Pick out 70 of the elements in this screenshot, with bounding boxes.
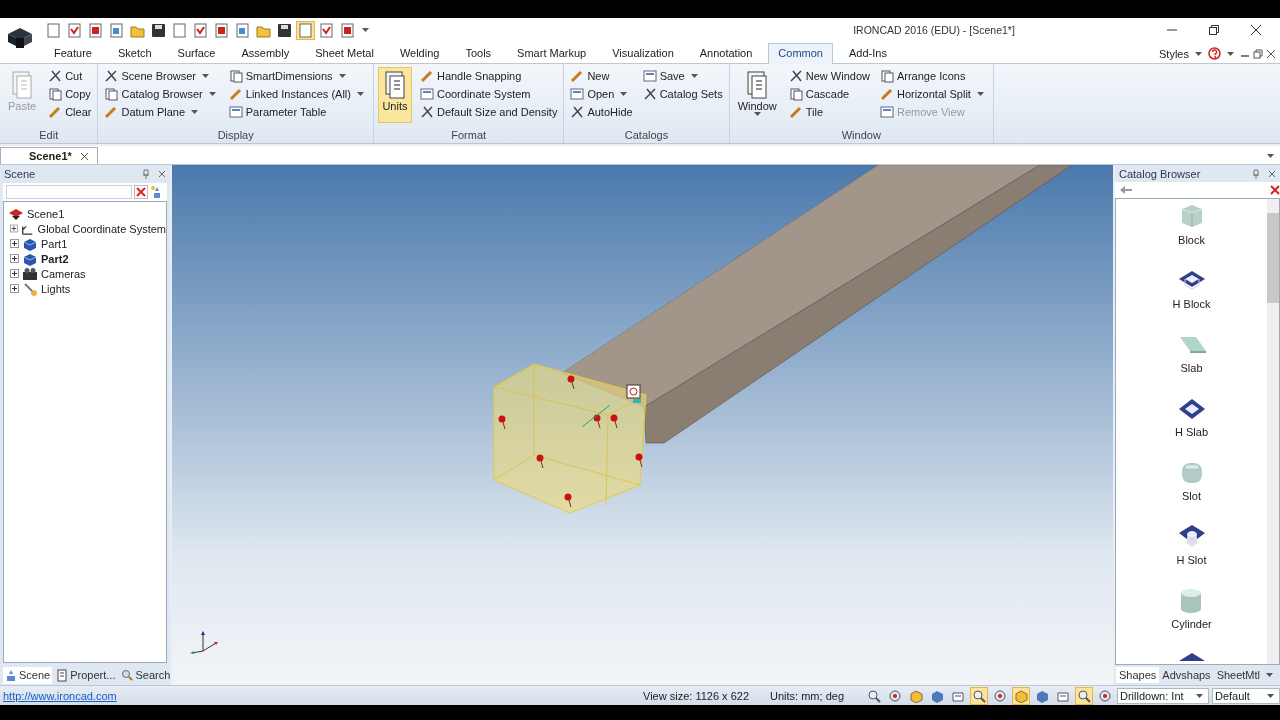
panel-title: Catalog Browser <box>1119 167 1201 180</box>
tree-item[interactable]: Part2 <box>41 252 69 265</box>
shape-label[interactable]: Slot <box>1182 490 1201 502</box>
ribbon-button[interactable]: Default Size and Density <box>417 103 560 121</box>
tree-item[interactable]: Global Coordinate System <box>37 222 166 235</box>
shape-label[interactable]: H Block <box>1172 298 1211 310</box>
ribbon-button[interactable]: Parameter Table <box>226 103 369 121</box>
ribbon-button[interactable]: Open <box>568 85 635 103</box>
ribbon-tab[interactable]: Surface <box>167 43 226 63</box>
window-title: IRONCAD 2016 (EDU) - [Scene1*] <box>852 24 1016 36</box>
ribbon-tab[interactable]: Assembly <box>231 43 300 63</box>
ribbon-tab[interactable]: Add-Ins <box>839 43 897 63</box>
shape-label[interactable]: Block <box>1178 234 1205 246</box>
panel-tab[interactable]: Advshaps <box>1159 667 1214 683</box>
ribbon-button[interactable]: Catalog Sets <box>640 85 725 103</box>
tree-item[interactable]: Cameras <box>41 267 86 280</box>
ribbon-button[interactable]: Scene Browser <box>102 67 221 85</box>
ribbon-tab[interactable]: Sketch <box>107 43 162 63</box>
styles-menu[interactable]: Styles <box>1159 47 1189 60</box>
shape-label[interactable]: Cylinder <box>1171 618 1212 630</box>
document-tab[interactable]: Scene1* <box>0 147 98 164</box>
ribbon-button[interactable]: Catalog Browser <box>102 85 221 103</box>
ribbon-button[interactable]: Copy <box>46 85 94 103</box>
panel-tab[interactable]: SheetMtl <box>1213 667 1264 683</box>
panel-tab[interactable]: Propert... <box>54 666 118 684</box>
tree-item[interactable]: Scene1 <box>27 207 65 220</box>
ribbon-tab[interactable]: Visualization <box>602 43 684 63</box>
ribbon-tab[interactable]: Smart Markup <box>507 43 597 63</box>
ribbon-button[interactable]: AutoHide <box>568 103 635 121</box>
ribbon-button[interactable]: Tile <box>786 103 872 121</box>
view-size-label: View size: 1126 x 622 <box>643 689 750 702</box>
dropdown[interactable]: Default <box>1212 687 1280 704</box>
ribbon-button[interactable]: Arrange Icons <box>877 67 989 85</box>
group-label: Format <box>450 128 488 143</box>
dropdown[interactable]: Drilldown: Int <box>1117 687 1209 704</box>
tree-item[interactable]: Lights <box>41 282 71 295</box>
tree-item[interactable]: Part1 <box>41 237 68 250</box>
ribbon-button[interactable]: Clear <box>46 103 94 121</box>
panel-tab[interactable]: Scene <box>3 666 53 684</box>
group-label: Edit <box>38 128 60 143</box>
ribbon-button[interactable]: New <box>568 67 635 85</box>
ribbon-tab[interactable]: Annotation <box>689 43 763 63</box>
panel-title: Scene <box>4 167 36 180</box>
units-label: Units: mm; deg <box>770 689 844 702</box>
website-link[interactable]: http://www.ironcad.com <box>3 689 117 702</box>
group-label: Window <box>840 128 882 143</box>
ribbon-button[interactable]: Datum Plane <box>102 103 221 121</box>
ribbon-tab[interactable]: Tools <box>455 43 502 63</box>
ribbon-tab[interactable]: Welding <box>389 43 450 63</box>
ribbon-button[interactable]: Handle Snapping <box>417 67 560 85</box>
shape-label[interactable]: Slab <box>1180 362 1203 374</box>
ribbon-button[interactable]: Cascade <box>786 85 872 103</box>
ribbon-tab[interactable]: Sheet Metal <box>305 43 384 63</box>
shape-label[interactable]: H Slot <box>1176 554 1207 566</box>
panel-tab[interactable]: Search <box>119 666 173 684</box>
ribbon-button[interactable]: Save <box>640 67 725 85</box>
group-label: Display <box>216 128 255 143</box>
ribbon-button[interactable]: New Window <box>786 67 872 85</box>
ribbon-button[interactable]: Coordinate System <box>417 85 560 103</box>
panel-tab[interactable]: Shapes <box>1116 667 1160 683</box>
ribbon-tab[interactable]: Common <box>768 43 833 64</box>
shape-label[interactable]: H Slab <box>1175 426 1208 438</box>
ribbon-button[interactable]: Horizontal Split <box>877 85 989 103</box>
ribbon-button[interactable]: Window <box>733 67 781 123</box>
ribbon-button[interactable]: Cut <box>46 67 94 85</box>
ribbon-button[interactable]: SmartDimensions <box>226 67 369 85</box>
ribbon-button[interactable]: Linked Instances (All) <box>226 85 369 103</box>
ribbon-tab[interactable]: Feature <box>44 43 102 63</box>
group-label: Catalogs <box>623 128 670 143</box>
ribbon-button[interactable]: Units <box>377 67 412 123</box>
